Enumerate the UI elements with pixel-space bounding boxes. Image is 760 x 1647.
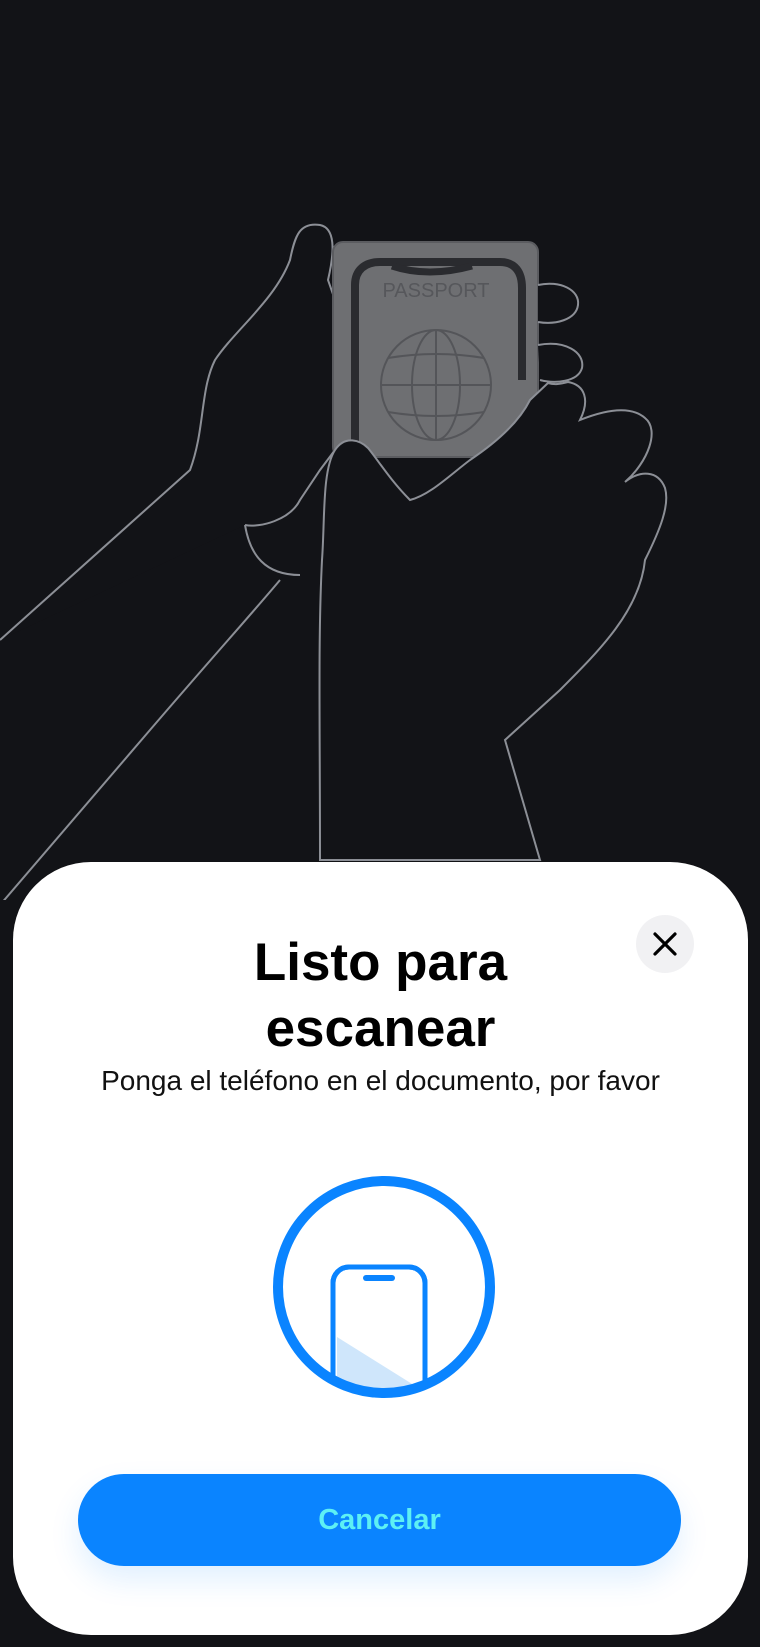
scan-bottom-sheet: Listo para escanear Ponga el teléfono en… [13,862,748,1635]
sheet-subtitle: Ponga el teléfono en el documento, por f… [101,1065,660,1096]
globe-icon [380,329,492,441]
nfc-scan-screen: PASSPORT Listo para escanear Ponga el te… [0,0,760,1647]
cancel-button[interactable]: Cancelar [78,1474,681,1566]
sheet-title-line2: escanear [265,999,496,1058]
sheet-title-line1: Listo para [253,933,508,992]
sheet-title: Listo para escanear [13,930,748,1062]
passport-label: PASSPORT [382,280,489,302]
hands-holding-passport-and-phone-icon: PASSPORT [0,223,668,900]
phone-scan-icon [273,1176,495,1398]
